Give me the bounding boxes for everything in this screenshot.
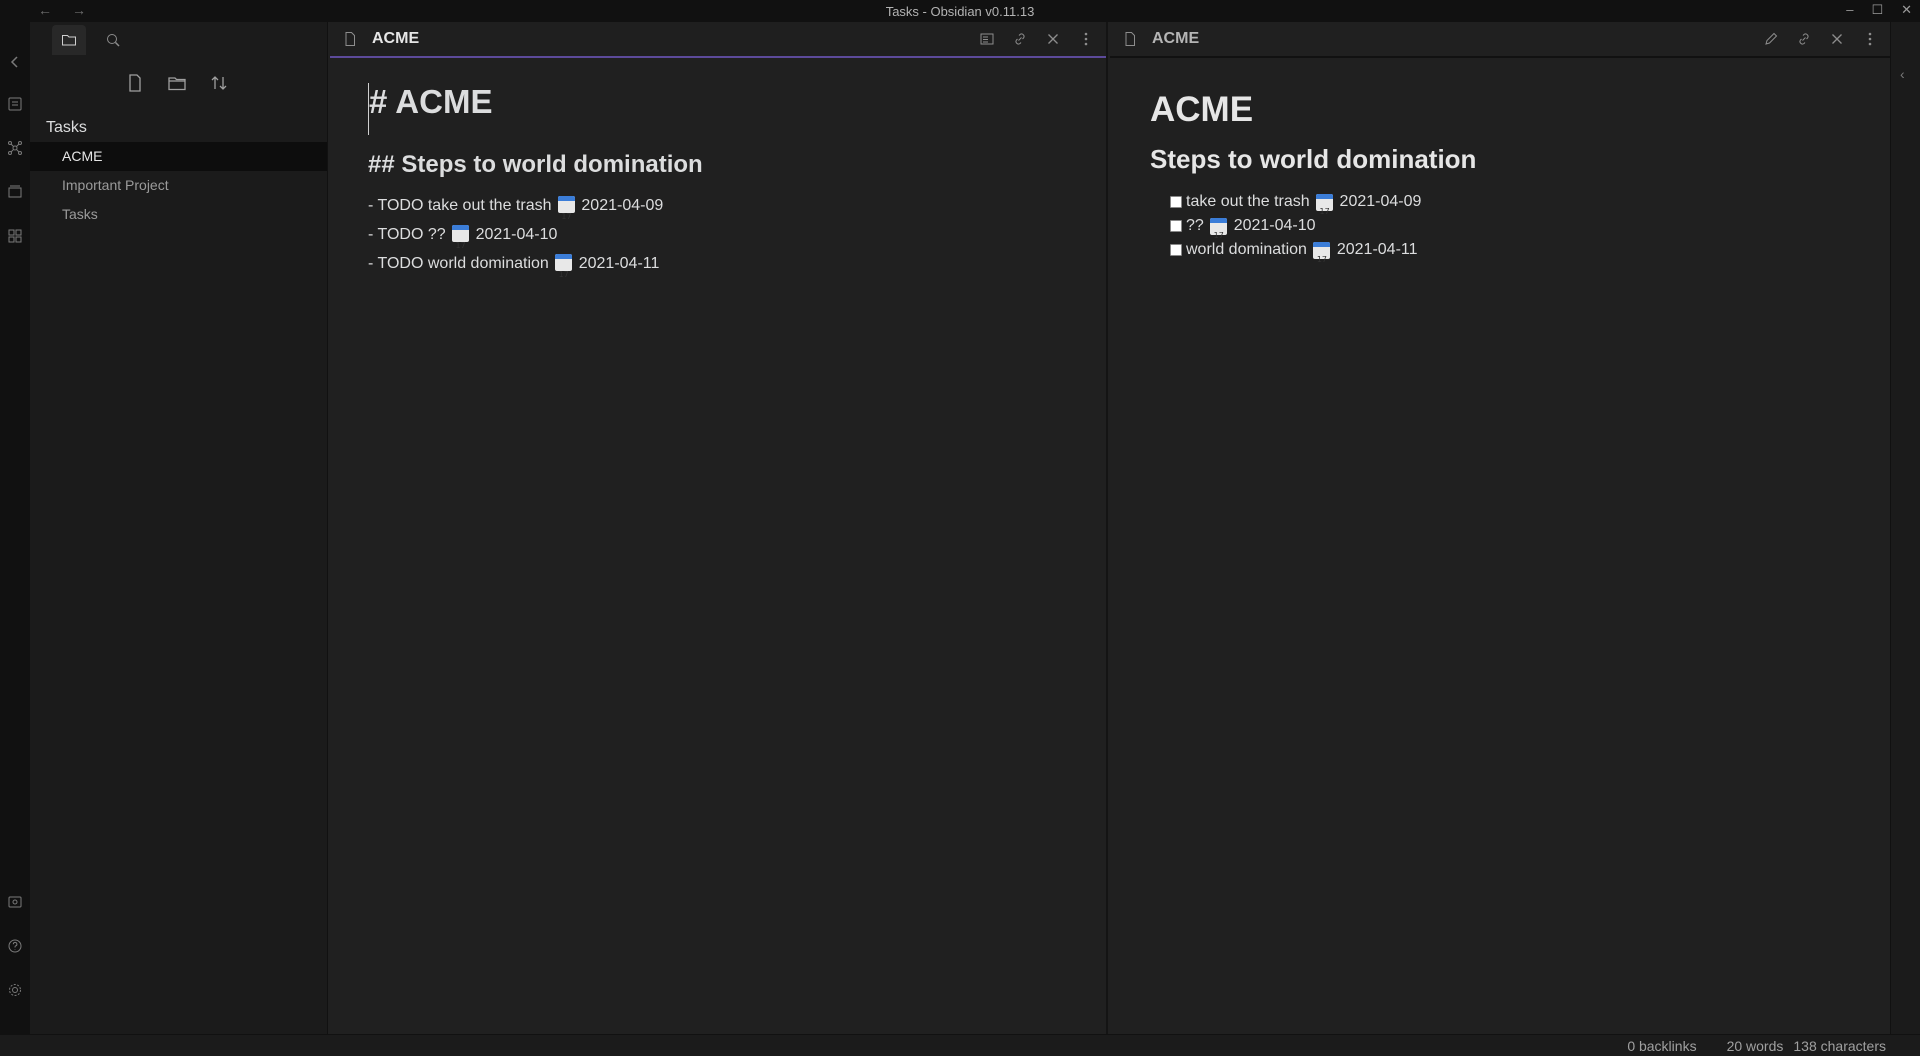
- new-note-icon[interactable]: [125, 73, 145, 93]
- task-item: take out the trash 2021-04-09: [1170, 190, 1850, 224]
- new-folder-icon[interactable]: [167, 73, 187, 93]
- file-item-tasks[interactable]: Tasks: [30, 200, 327, 229]
- templates-icon[interactable]: [7, 184, 23, 200]
- task-item: ?? 2021-04-10: [1170, 214, 1850, 248]
- search-icon: [107, 34, 120, 47]
- settings-gear-icon[interactable]: [7, 982, 23, 998]
- calendar-icon: [1210, 217, 1228, 248]
- more-options-icon[interactable]: [1862, 31, 1878, 47]
- preview-pane: ACME ACME Steps to world domination take…: [1110, 22, 1890, 1034]
- task-checkbox[interactable]: [1170, 244, 1182, 256]
- window-title: Tasks - Obsidian v0.11.13: [885, 3, 1035, 19]
- tab-search[interactable]: [96, 25, 130, 55]
- word-char-count: 20 words 138 characters: [1727, 1038, 1886, 1054]
- forward-arrow-icon[interactable]: →: [72, 2, 86, 18]
- close-window-icon[interactable]: ✕: [1901, 2, 1912, 18]
- link-icon[interactable]: [1796, 31, 1812, 47]
- backlinks-count[interactable]: 0 backlinks: [1627, 1038, 1696, 1054]
- task-date: 2021-04-10: [1233, 217, 1316, 234]
- close-pane-icon[interactable]: [1045, 31, 1061, 47]
- file-icon: [1122, 31, 1138, 47]
- task-date: 2021-04-09: [1339, 193, 1422, 210]
- editor-pane-header: ACME: [330, 22, 1106, 58]
- window-controls: – ☐ ✕: [1846, 2, 1912, 18]
- source-task-line: - TODO world domination 2021-04-11: [368, 249, 1068, 289]
- source-task-date: 2021-04-09: [581, 197, 664, 214]
- open-vault-icon[interactable]: [7, 894, 23, 910]
- left-ribbon: [0, 22, 30, 1034]
- file-icon: [342, 31, 358, 47]
- sort-order-icon[interactable]: [209, 73, 229, 93]
- right-ribbon: ‹: [1890, 22, 1920, 1034]
- preview-tab-title[interactable]: ACME: [1152, 30, 1199, 48]
- file-item-acme[interactable]: ACME: [30, 142, 327, 171]
- markdown-editor[interactable]: # ACME ## Steps to world domination - TO…: [330, 58, 1106, 298]
- calendar-icon: [1313, 241, 1331, 272]
- character-count: 138 characters: [1793, 1037, 1886, 1054]
- plugins-icon[interactable]: [7, 228, 23, 244]
- task-item: world domination 2021-04-11: [1170, 238, 1850, 272]
- source-task-text: - TODO ??: [368, 226, 446, 243]
- back-arrow-icon[interactable]: ←: [38, 2, 52, 18]
- help-icon[interactable]: [7, 938, 23, 954]
- calendar-icon: [1316, 193, 1334, 224]
- source-task-text: - TODO take out the trash: [368, 197, 552, 214]
- source-heading-1: # ACME: [368, 83, 1068, 135]
- task-list: take out the trash 2021-04-09 ?? 2021-04…: [1150, 190, 1850, 272]
- title-bar: ← → Tasks - Obsidian v0.11.13 – ☐ ✕: [0, 0, 1920, 22]
- calendar-icon: [555, 254, 573, 289]
- task-date: 2021-04-11: [1336, 241, 1418, 258]
- collapse-sidebar-icon[interactable]: [7, 54, 23, 70]
- preview-pane-header: ACME: [1110, 22, 1890, 58]
- link-icon[interactable]: [1012, 31, 1028, 47]
- more-options-icon[interactable]: [1078, 31, 1094, 47]
- preview-heading-1: ACME: [1150, 90, 1254, 129]
- file-explorer-sidebar: Tasks ACME Important Project Tasks: [30, 22, 328, 1034]
- source-task-line: - TODO ?? 2021-04-10: [368, 220, 1068, 260]
- editor-pane: ACME # ACME ## Steps to world domination…: [330, 22, 1108, 1034]
- source-task-date: 2021-04-10: [475, 226, 558, 243]
- task-checkbox[interactable]: [1170, 220, 1182, 232]
- task-text: take out the trash: [1186, 193, 1310, 210]
- edit-mode-pencil-icon[interactable]: [1763, 31, 1779, 47]
- source-task-line: - TODO take out the trash 2021-04-09: [368, 191, 1068, 231]
- source-task-date: 2021-04-11: [578, 255, 660, 272]
- preview-pane-actions: [1763, 31, 1878, 47]
- folder-icon: [62, 35, 76, 46]
- expand-right-sidebar-icon[interactable]: ‹: [1900, 66, 1905, 82]
- preview-mode-icon[interactable]: [979, 31, 995, 47]
- markdown-preview: ACME Steps to world domination take out …: [1110, 58, 1890, 284]
- maximize-icon[interactable]: ☐: [1871, 2, 1883, 18]
- task-text: world domination: [1186, 241, 1307, 258]
- file-explorer-actions: [30, 58, 327, 108]
- minimize-icon[interactable]: –: [1846, 2, 1853, 18]
- file-tree: Tasks ACME Important Project Tasks: [30, 108, 327, 229]
- editor-tab-title[interactable]: ACME: [372, 30, 419, 48]
- task-checkbox[interactable]: [1170, 196, 1182, 208]
- graph-view-icon[interactable]: [7, 140, 23, 156]
- editor-pane-actions: [979, 31, 1094, 47]
- file-item-important-project[interactable]: Important Project: [30, 171, 327, 200]
- calendar-icon: [452, 225, 470, 260]
- calendar-icon: [557, 196, 575, 231]
- tab-file-explorer[interactable]: [52, 25, 86, 55]
- close-pane-icon[interactable]: [1829, 31, 1845, 47]
- history-nav: ← →: [38, 2, 86, 18]
- vault-name[interactable]: Tasks: [30, 114, 327, 142]
- preview-heading-2: Steps to world domination: [1150, 144, 1477, 174]
- open-quick-switcher-icon[interactable]: [7, 96, 23, 112]
- status-bar: 0 backlinks 20 words 138 characters: [0, 1034, 1920, 1056]
- task-text: ??: [1186, 217, 1204, 234]
- sidebar-tabs: [30, 22, 327, 58]
- source-heading-2: ## Steps to world domination: [368, 151, 703, 178]
- word-count: 20 words: [1726, 1037, 1784, 1054]
